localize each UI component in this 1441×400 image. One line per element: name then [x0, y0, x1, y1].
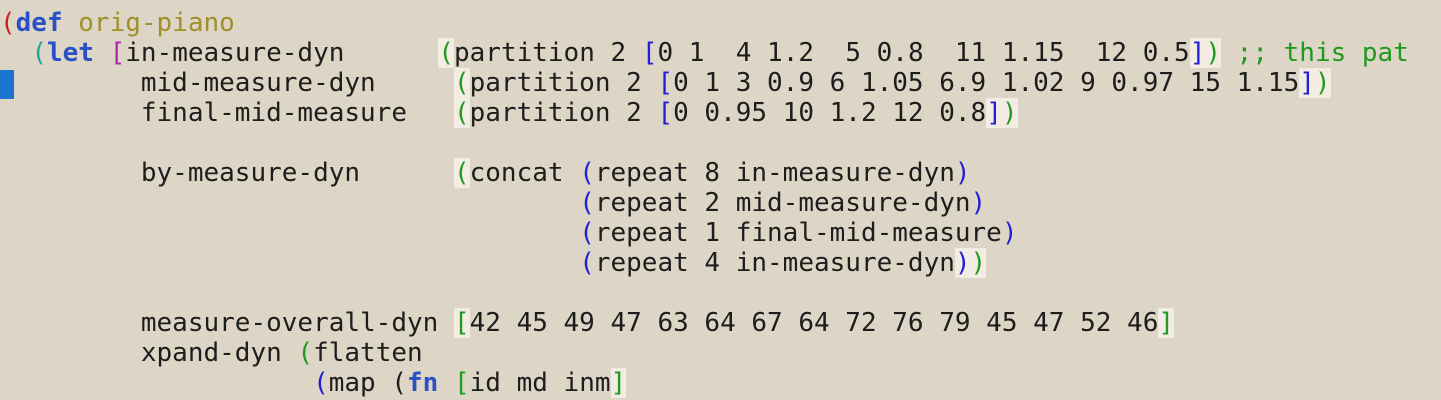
code-token: (	[453, 158, 470, 188]
code-token: (	[453, 68, 470, 98]
code-token: (	[313, 368, 329, 398]
code-line[interactable]: measure-overall-dyn [42 45 49 47 63 64 6…	[0, 308, 1175, 338]
code-token: 42 45 49 47 63 64 67 64 72 76 79 45 47 5…	[469, 308, 1159, 338]
code-token: (	[297, 338, 314, 368]
code-token: )	[954, 248, 971, 278]
code-token: )	[970, 248, 987, 278]
code-token: (	[438, 38, 454, 68]
code-token: let	[46, 38, 94, 68]
code-token: ]	[1299, 68, 1315, 98]
code-token: repeat 8 in-measure-dyn	[594, 158, 955, 188]
code-token: 0 1 3 0.9 6 1.05 6.9 1.02 9 0.97 15 1.15	[673, 68, 1300, 98]
code-token: orig-piano	[78, 8, 235, 38]
code-line[interactable]: (def orig-piano	[0, 8, 235, 38]
code-token: )	[954, 158, 971, 188]
code-token: (	[453, 98, 470, 128]
code-token: (	[579, 248, 595, 278]
code-token: (	[0, 8, 16, 38]
code-token: repeat 2 mid-measure-dyn	[594, 188, 971, 218]
code-token: )	[970, 188, 987, 218]
code-token: measure-overall-dyn	[0, 308, 454, 338]
code-token: ]	[610, 368, 627, 398]
code-token: (	[579, 188, 595, 218]
code-token: ]	[986, 98, 1002, 128]
code-line[interactable]: (let [in-measure-dyn (partition 2 [0 1 4…	[0, 38, 1409, 68]
code-token: id md inm	[469, 368, 611, 398]
code-token: [	[657, 98, 674, 128]
code-token: concat	[469, 158, 580, 188]
code-line[interactable]: xpand-dyn (flatten	[0, 338, 423, 368]
code-token: )	[1314, 68, 1331, 98]
code-line[interactable]: mid-measure-dyn (partition 2 [0 1 3 0.9 …	[0, 68, 1331, 98]
code-token: ]	[1189, 38, 1206, 68]
code-token: mid-measure-dyn	[0, 68, 454, 98]
code-token: ]	[1158, 308, 1175, 338]
code-token: 0 1 4 1.2 5 0.8 11 1.15 12 0.5	[657, 38, 1190, 68]
code-line[interactable]: (repeat 2 mid-measure-dyn)	[0, 188, 986, 218]
code-token: 0 0.95 10 1.2 12 0.8	[673, 98, 987, 128]
code-token: final-mid-measure	[0, 98, 454, 128]
code-token: ;; this pat	[1236, 38, 1409, 68]
code-line[interactable]: by-measure-dyn (concat (repeat 8 in-meas…	[0, 158, 971, 188]
code-token: repeat 1 final-mid-measure	[594, 218, 1002, 248]
code-token: xpand-dyn	[0, 338, 298, 368]
code-token: [	[657, 68, 674, 98]
code-token: (	[31, 38, 47, 68]
code-line[interactable]: (repeat 1 final-mid-measure)	[0, 218, 1018, 248]
code-token: (	[579, 218, 595, 248]
code-token: [	[453, 308, 470, 338]
code-token: )	[1205, 38, 1222, 68]
code-token: def	[15, 8, 63, 38]
code-token: fn	[407, 368, 439, 398]
code-token: [	[641, 38, 658, 68]
code-token: repeat 4 in-measure-dyn	[594, 248, 955, 278]
code-token: in-measure-dyn	[125, 38, 439, 68]
code-token: partition 2	[469, 98, 658, 128]
code-line[interactable]: (map (fn [id md inm]	[0, 368, 627, 398]
code-token: [	[109, 38, 126, 68]
code-token: by-measure-dyn	[0, 158, 454, 188]
code-token: partition 2	[469, 68, 658, 98]
code-token: )	[1001, 218, 1018, 248]
code-token: (	[579, 158, 595, 188]
code-line[interactable]: (repeat 4 in-measure-dyn))	[0, 248, 987, 278]
code-token: [	[453, 368, 470, 398]
code-token: flatten	[313, 338, 423, 368]
code-token: partition 2	[453, 38, 642, 68]
code-token: map	[328, 368, 392, 398]
code-token: (	[391, 368, 408, 398]
code-editor[interactable]: (def orig-piano (let [in-measure-dyn (pa…	[0, 0, 1441, 400]
code-token: )	[1001, 98, 1018, 128]
code-line[interactable]: final-mid-measure (partition 2 [0 0.95 1…	[0, 98, 1018, 128]
